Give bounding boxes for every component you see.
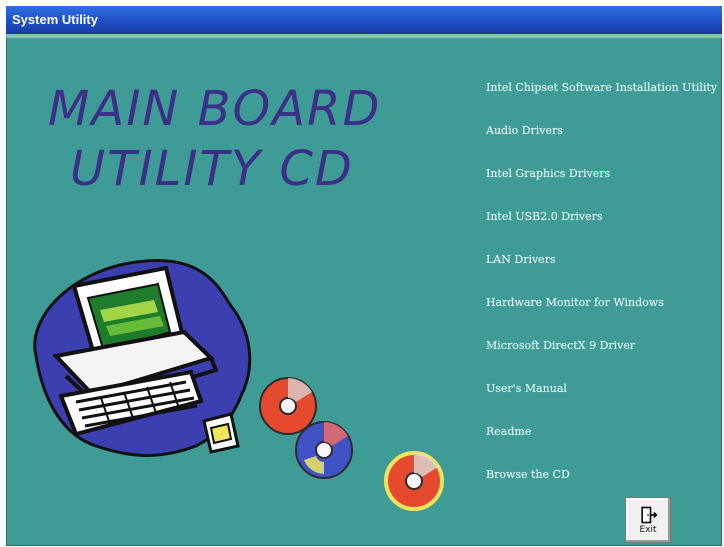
menu-item-readme[interactable]: Readme — [486, 418, 721, 461]
system-utility-window: System Utility MAIN BOARD UTILITY CD Int… — [6, 6, 722, 546]
cd-disc-icon — [384, 451, 444, 511]
cd-disc-icon — [259, 377, 317, 435]
menu-item-graphics-drivers[interactable]: Intel Graphics Drivers — [486, 160, 721, 203]
hero-title: MAIN BOARD UTILITY CD — [48, 79, 388, 199]
utility-menu: Intel Chipset Software Installation Util… — [486, 74, 721, 504]
window-title: System Utility — [12, 12, 98, 27]
exit-button[interactable]: Exit — [625, 497, 671, 543]
menu-item-usb-drivers[interactable]: Intel USB2.0 Drivers — [486, 203, 721, 246]
menu-item-browse-cd[interactable]: Browse the CD — [486, 461, 721, 504]
menu-item-lan-drivers[interactable]: LAN Drivers — [486, 246, 721, 289]
menu-item-directx-driver[interactable]: Microsoft DirectX 9 Driver — [486, 332, 721, 375]
title-bar-divider — [6, 34, 722, 38]
exit-button-label: Exit — [639, 525, 657, 535]
menu-item-audio-drivers[interactable]: Audio Drivers — [486, 117, 721, 160]
menu-item-chipset-utility[interactable]: Intel Chipset Software Installation Util… — [486, 74, 721, 117]
menu-item-hardware-monitor[interactable]: Hardware Monitor for Windows — [486, 289, 721, 332]
cd-disc-icon — [295, 421, 353, 479]
exit-door-icon — [641, 506, 658, 524]
computer-and-discs-illustration — [33, 259, 444, 511]
title-bar[interactable]: System Utility — [6, 6, 722, 34]
menu-item-users-manual[interactable]: User's Manual — [486, 375, 721, 418]
hero-title-line-2: UTILITY CD — [70, 141, 354, 197]
floppy-disk-icon — [202, 412, 240, 454]
hero-title-line-1: MAIN BOARD — [48, 81, 382, 137]
